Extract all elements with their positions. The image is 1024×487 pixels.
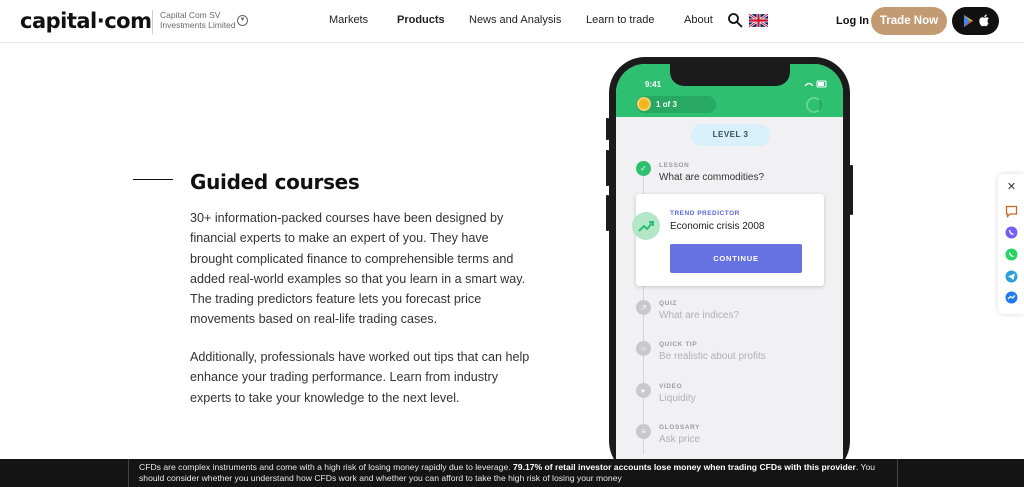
nav-news-and-analysis[interactable]: News and Analysis <box>469 14 561 26</box>
body-paragraph: 30+ information-packed courses have been… <box>190 211 526 327</box>
phone-button <box>850 165 853 215</box>
progress-ring-icon <box>806 97 822 113</box>
card-title: Economic crisis 2008 <box>670 221 765 232</box>
search-icon[interactable] <box>727 12 743 28</box>
item-kind: GLOSSARY <box>659 424 701 431</box>
phone-button <box>606 195 609 231</box>
login-link[interactable]: Log In <box>836 15 869 27</box>
page-title: Guided courses <box>190 170 360 194</box>
app-store-button[interactable] <box>952 7 999 35</box>
lesson-title[interactable]: Liquidity <box>659 393 696 404</box>
risk-text: CFDs are complex instruments and come wi… <box>139 462 511 472</box>
risk-warning-text: CFDs are complex instruments and come wi… <box>128 459 898 487</box>
body-paragraph: Additionally, professionals have worked … <box>190 350 530 405</box>
chat-icon[interactable] <box>1005 205 1018 218</box>
logo[interactable]: capital·com <box>20 9 152 33</box>
close-icon[interactable]: ✕ <box>1005 181 1018 194</box>
nav-products[interactable]: Products <box>397 14 445 26</box>
phone-screen: 9:41 1 of 3 LEVEL 3 ✓ LESSON What are co… <box>616 64 843 464</box>
apple-icon <box>979 14 989 27</box>
glossary-icon: ≡ <box>636 424 651 439</box>
trend-chart-icon <box>632 212 660 240</box>
lesson-title[interactable]: What are indices? <box>659 310 739 321</box>
tip-icon: ○ <box>636 341 651 356</box>
app-header: 9:41 1 of 3 <box>616 64 843 117</box>
nav-markets[interactable]: Markets <box>329 14 368 26</box>
phone-button <box>606 118 609 140</box>
coin-icon <box>637 97 651 111</box>
level-badge: LEVEL 3 <box>691 124 770 146</box>
site-header: capital·com Capital Com SV Investments L… <box>0 0 1024 43</box>
continue-button[interactable]: CONTINUE <box>670 244 802 273</box>
item-kind: QUICK TIP <box>659 341 698 348</box>
play-icon: ▸ <box>636 383 651 398</box>
check-icon: ✓ <box>636 161 651 176</box>
item-kind: VIDEO <box>659 383 683 390</box>
viber-icon[interactable] <box>1005 226 1018 239</box>
entity-selector-label[interactable]: Capital Com SV Investments Limited <box>152 10 242 34</box>
item-kind: LESSON <box>659 162 690 169</box>
lesson-title[interactable]: Ask price <box>659 434 700 445</box>
card-kind: TREND PREDICTOR <box>670 210 740 217</box>
status-time: 9:41 <box>645 80 662 89</box>
phone-button <box>606 150 609 186</box>
risk-warning-banner: CFDs are complex instruments and come wi… <box>0 459 1024 487</box>
google-play-icon <box>964 15 973 27</box>
signal-icon <box>804 80 827 88</box>
item-kind: QUIZ <box>659 300 677 307</box>
lesson-title[interactable]: What are commodities? <box>659 172 764 183</box>
nav-about[interactable]: About <box>684 14 713 26</box>
telegram-icon[interactable] <box>1005 270 1018 283</box>
uk-flag-icon[interactable] <box>749 14 768 27</box>
lesson-title[interactable]: Be realistic about profits <box>659 351 766 362</box>
nav-learn-to-trade[interactable]: Learn to trade <box>586 14 655 26</box>
quiz-icon: ↗ <box>636 300 651 315</box>
trend-predictor-card[interactable]: TREND PREDICTOR Economic crisis 2008 CON… <box>632 194 824 286</box>
phone-notch <box>670 64 790 86</box>
whatsapp-icon[interactable] <box>1005 248 1018 261</box>
messenger-icon[interactable] <box>1005 291 1018 304</box>
section-rule <box>133 179 173 180</box>
chevron-down-icon[interactable]: ▼ <box>237 15 248 26</box>
trade-now-button[interactable]: Trade Now <box>871 7 947 35</box>
risk-text-bold: 79.17% of retail investor accounts lose … <box>513 462 856 472</box>
share-panel: ✕ <box>998 174 1024 314</box>
